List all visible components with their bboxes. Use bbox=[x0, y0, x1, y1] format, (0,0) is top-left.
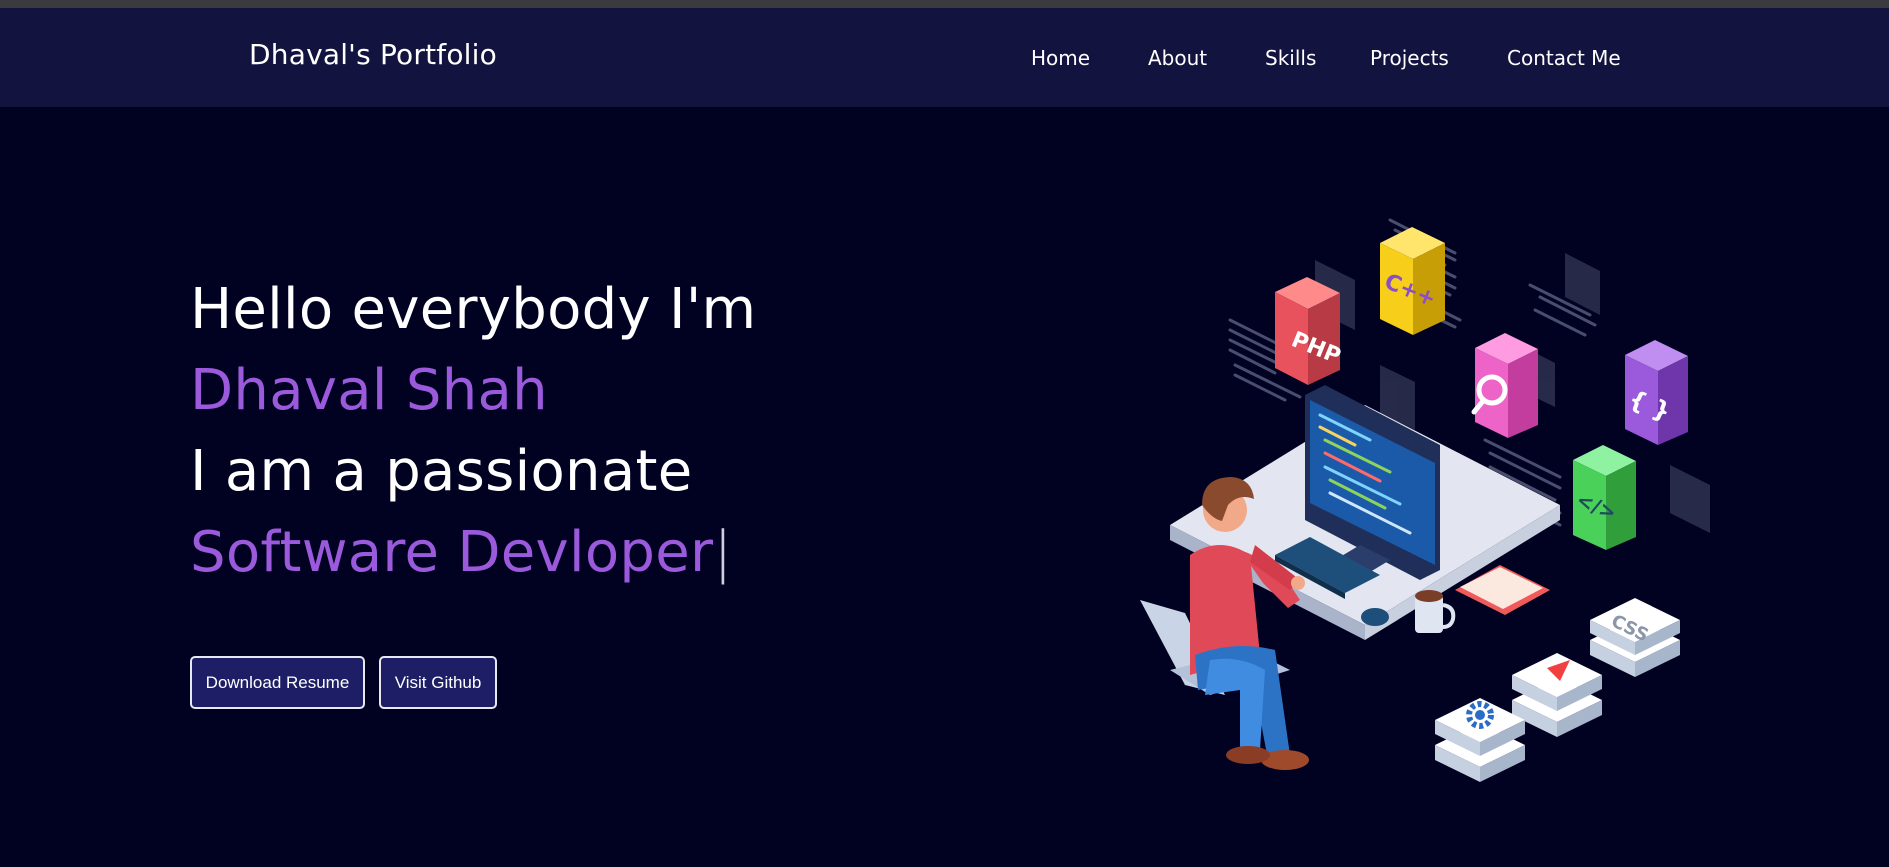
typing-cursor: | bbox=[713, 520, 733, 585]
visit-github-button[interactable]: Visit Github bbox=[379, 656, 497, 709]
nav-link-about[interactable]: About bbox=[1148, 46, 1207, 70]
browser-top-strip bbox=[0, 0, 1889, 8]
hero-role: Software Devloper bbox=[190, 520, 714, 585]
brand-logo[interactable]: Dhaval's Portfolio bbox=[249, 38, 497, 71]
mouse-icon bbox=[1361, 608, 1389, 626]
developer-illustration: PHP C++ { } </> CSS bbox=[1140, 218, 1710, 782]
coffee-mug-icon bbox=[1415, 590, 1456, 633]
play-icon bbox=[1512, 653, 1602, 737]
settings-gear-icon bbox=[1435, 698, 1525, 782]
download-resume-button[interactable]: Download Resume bbox=[190, 656, 365, 709]
hero-tagline: I am a passionate bbox=[190, 439, 693, 504]
braces-icon: { } bbox=[1625, 340, 1688, 445]
php-icon: PHP bbox=[1275, 277, 1344, 385]
cpp-icon: C++ bbox=[1380, 227, 1445, 335]
nav-link-skills[interactable]: Skills bbox=[1265, 46, 1316, 70]
css-icon: CSS bbox=[1590, 598, 1680, 677]
hero-name: Dhaval Shah bbox=[190, 358, 548, 423]
hero-greeting: Hello everybody I'm bbox=[190, 277, 757, 342]
code-icon: </> bbox=[1573, 445, 1636, 550]
navbar: Dhaval's Portfolio Home About Skills Pro… bbox=[0, 8, 1889, 107]
nav-link-projects[interactable]: Projects bbox=[1370, 46, 1449, 70]
nav-link-contact[interactable]: Contact Me bbox=[1507, 46, 1621, 70]
search-icon bbox=[1471, 333, 1538, 438]
hero-role-line: Software Devloper| bbox=[190, 513, 733, 593]
nav-link-home[interactable]: Home bbox=[1031, 46, 1090, 70]
